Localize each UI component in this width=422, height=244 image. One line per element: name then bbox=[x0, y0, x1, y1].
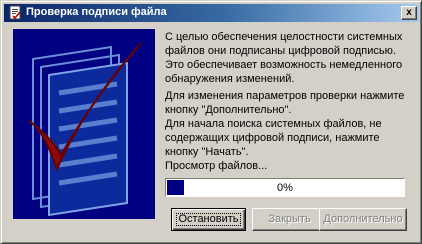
advanced-button[interactable]: Дополнительно bbox=[319, 208, 407, 231]
signature-illustration bbox=[13, 29, 155, 219]
window-title: Проверка подписи файла bbox=[26, 6, 167, 18]
title-bar[interactable]: Проверка подписи файла x bbox=[4, 4, 419, 22]
close-window-button[interactable]: x bbox=[401, 6, 417, 20]
description-text: С целью обеспечения целостности системны… bbox=[165, 31, 403, 85]
advanced-button-label: Дополнительно bbox=[323, 213, 403, 225]
page-stack-icon bbox=[32, 45, 128, 217]
close-button[interactable]: Закрыть bbox=[252, 208, 327, 231]
instructions-text: Для изменения параметров проверки нажмит… bbox=[165, 90, 405, 158]
stop-button[interactable]: Остановить bbox=[171, 208, 246, 231]
document-icon bbox=[7, 5, 23, 21]
focus-rect bbox=[176, 213, 241, 226]
close-button-label: Закрыть bbox=[268, 213, 311, 225]
close-icon: x bbox=[406, 7, 412, 18]
progress-percent: 0% bbox=[277, 182, 293, 194]
progress-bar: 0% bbox=[165, 178, 405, 197]
dialog-window: Проверка подписи файла x С целью обеспеч… bbox=[0, 0, 422, 244]
status-label: Просмотр файлов... bbox=[165, 160, 268, 172]
